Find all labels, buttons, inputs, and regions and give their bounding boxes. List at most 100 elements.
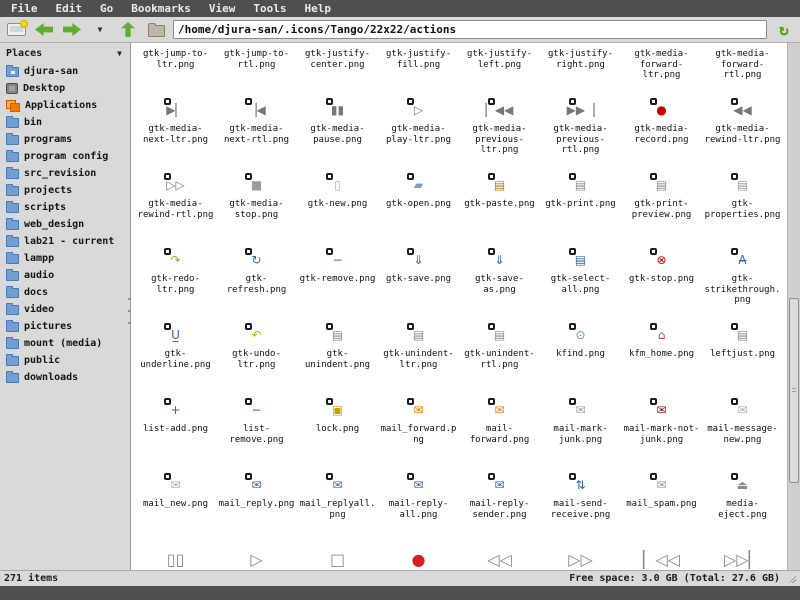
new-window-button[interactable] [5, 19, 27, 41]
sidebar-item-web-design[interactable]: web_design [0, 216, 130, 233]
file-item-gtk-media-forward-rtl-png[interactable]: ◀◀gtk-media-forward-rtl.png [702, 43, 783, 98]
file-item-gtk-media-next-rtl-png[interactable]: ▕◀gtk-media-next-rtl.png [216, 98, 297, 173]
file-item-gtk-strikethrough-png[interactable]: A̶gtk-strikethrough.png [702, 248, 783, 323]
sidebar-item-docs[interactable]: docs [0, 284, 130, 301]
file-item-gtk-redo-ltr-png[interactable]: ↷gtk-redo-ltr.png [135, 248, 216, 323]
file-item-gtk-underline-png[interactable]: U̲gtk-underline.png [135, 323, 216, 398]
file-item-mail-reply-png[interactable]: ✉mail_reply.png [216, 473, 297, 548]
file-item-media-record-icon[interactable]: ● [378, 548, 459, 570]
file-item-gtk-justify-center-png[interactable]: ≡gtk-justify-center.png [297, 43, 378, 98]
file-item-gtk-media-forward-ltr-png[interactable]: ▶▶gtk-media-forward-ltr.png [621, 43, 702, 98]
file-item-gtk-media-previous-ltr-png[interactable]: ▏◀◀gtk-media-previous-ltr.png [459, 98, 540, 173]
sidebar-item-djura-san[interactable]: djura-san [0, 63, 130, 80]
reload-button[interactable]: ↻ [773, 19, 795, 41]
menu-edit[interactable]: Edit [47, 1, 92, 16]
file-item-mail-mark-junk-png[interactable]: ✉mail-mark-junk.png [540, 398, 621, 473]
file-item-mail-new-png[interactable]: ✉mail_new.png [135, 473, 216, 548]
file-item-gtk-jump-to-rtl-png[interactable]: ↩gtk-jump-to-rtl.png [216, 43, 297, 98]
file-item-gtk-media-previous-rtl-png[interactable]: ▶▶▕gtk-media-previous-rtl.png [540, 98, 621, 173]
file-item-mail-reply-sender-png[interactable]: ✉mail-reply-sender.png [459, 473, 540, 548]
file-item-gtk-select-all-png[interactable]: ▤gtk-select-all.png [540, 248, 621, 323]
file-item-gtk-justify-fill-png[interactable]: ≡gtk-justify-fill.png [378, 43, 459, 98]
back-button[interactable] [33, 19, 55, 41]
file-item-media-playback-start-icon[interactable]: ▷ [216, 548, 297, 570]
sidebar-item-pictures[interactable]: pictures [0, 318, 130, 335]
file-item-mail-forward-png[interactable]: ✉mail-forward.png [459, 398, 540, 473]
file-item-list-remove-png[interactable]: −list-remove.png [216, 398, 297, 473]
forward-button[interactable] [61, 19, 83, 41]
file-item-mail-spam-png[interactable]: ✉mail_spam.png [621, 473, 702, 548]
sidebar-item-downloads[interactable]: downloads [0, 369, 130, 386]
sidebar-item-scripts[interactable]: scripts [0, 199, 130, 216]
sidebar-item-audio[interactable]: audio [0, 267, 130, 284]
vertical-scrollbar[interactable] [787, 43, 800, 570]
location-folder-button[interactable] [145, 19, 167, 41]
file-item-gtk-remove-png[interactable]: −gtk-remove.png [297, 248, 378, 323]
scrollbar-thumb[interactable] [789, 298, 799, 483]
sidebar-item-lab21-current[interactable]: lab21 - current [0, 233, 130, 250]
file-item-gtk-media-next-ltr-png[interactable]: ▶▏gtk-media-next-ltr.png [135, 98, 216, 173]
file-item-mail-replyall-png[interactable]: ✉mail_replyall.png [297, 473, 378, 548]
sidebar-item-src-revision[interactable]: src_revision [0, 165, 130, 182]
menu-tools[interactable]: Tools [244, 1, 295, 16]
sidebar-item-program-config[interactable]: program config [0, 148, 130, 165]
file-item-gtk-print-png[interactable]: ▤gtk-print.png [540, 173, 621, 248]
file-item-gtk-refresh-png[interactable]: ↻gtk-refresh.png [216, 248, 297, 323]
sidebar-item-projects[interactable]: projects [0, 182, 130, 199]
places-header[interactable]: Places ▼ [0, 43, 130, 63]
file-item-mail-forward-png[interactable]: ✉mail_forward.png [378, 398, 459, 473]
file-item-gtk-media-stop-png[interactable]: ■gtk-media-stop.png [216, 173, 297, 248]
file-item-mail-send-receive-png[interactable]: ⇅mail-send-receive.png [540, 473, 621, 548]
file-item-gtk-unindent-png[interactable]: ▤gtk-unindent.png [297, 323, 378, 398]
sidebar-item-lampp[interactable]: lampp [0, 250, 130, 267]
file-item-leftjust-png[interactable]: ▤leftjust.png [702, 323, 783, 398]
sidebar-item-desktop[interactable]: Desktop [0, 80, 130, 97]
sidebar-item-programs[interactable]: programs [0, 131, 130, 148]
file-item-list-add-png[interactable]: +list-add.png [135, 398, 216, 473]
menu-help[interactable]: Help [295, 1, 340, 16]
sidebar-item-applications[interactable]: Applications [0, 97, 130, 114]
file-item-media-seek-backward-icon[interactable]: ◁◁ [459, 548, 540, 570]
file-item-gtk-paste-png[interactable]: ▤gtk-paste.png [459, 173, 540, 248]
file-item-media-skip-forward-icon[interactable]: ▷▷▏ [702, 548, 783, 570]
file-item-gtk-justify-right-png[interactable]: ≡gtk-justify-right.png [540, 43, 621, 98]
path-input[interactable] [173, 20, 767, 39]
file-item-gtk-properties-png[interactable]: ▤gtk-properties.png [702, 173, 783, 248]
file-item-gtk-justify-left-png[interactable]: ≡gtk-justify-left.png [459, 43, 540, 98]
sidebar-item-bin[interactable]: bin [0, 114, 130, 131]
menu-bookmarks[interactable]: Bookmarks [122, 1, 200, 16]
file-item-gtk-media-rewind-rtl-png[interactable]: ▷▷gtk-media-rewind-rtl.png [135, 173, 216, 248]
resize-grip[interactable] [788, 575, 796, 583]
file-item-media-playback-stop-icon[interactable]: □ [297, 548, 378, 570]
file-item-kfind-png[interactable]: ⊙kfind.png [540, 323, 621, 398]
file-item-kfm-home-png[interactable]: ⌂kfm_home.png [621, 323, 702, 398]
file-item-gtk-save-as-png[interactable]: ⇓gtk-save-as.png [459, 248, 540, 323]
file-item-media-playback-pause-icon[interactable]: ▯▯ [135, 548, 216, 570]
file-item-gtk-media-record-png[interactable]: ●gtk-media-record.png [621, 98, 702, 173]
up-button[interactable] [117, 19, 139, 41]
sidebar-item-mount-media[interactable]: mount (media) [0, 335, 130, 352]
file-item-media-skip-backward-icon[interactable]: ▏◁◁ [621, 548, 702, 570]
file-item-gtk-media-play-ltr-png[interactable]: ▷gtk-media-play-ltr.png [378, 98, 459, 173]
file-item-media-seek-forward-icon[interactable]: ▷▷ [540, 548, 621, 570]
menu-view[interactable]: View [200, 1, 245, 16]
file-item-mail-mark-not-junk-png[interactable]: ✉mail-mark-not-junk.png [621, 398, 702, 473]
file-item-gtk-new-png[interactable]: ▯gtk-new.png [297, 173, 378, 248]
file-item-gtk-print-preview-png[interactable]: ▤gtk-print-preview.png [621, 173, 702, 248]
file-item-lock-png[interactable]: ▣lock.png [297, 398, 378, 473]
sidebar-item-public[interactable]: public [0, 352, 130, 369]
history-dropdown-button[interactable]: ▼ [89, 19, 111, 41]
menu-file[interactable]: File [2, 1, 47, 16]
sidebar-item-video[interactable]: video [0, 301, 130, 318]
file-item-gtk-open-png[interactable]: ▰gtk-open.png [378, 173, 459, 248]
file-item-gtk-jump-to-ltr-png[interactable]: ↪gtk-jump-to-ltr.png [135, 43, 216, 98]
file-item-media-eject-png[interactable]: ⏏media-eject.png [702, 473, 783, 548]
file-item-gtk-save-png[interactable]: ⇓gtk-save.png [378, 248, 459, 323]
file-item-gtk-media-pause-png[interactable]: ▮▮gtk-media-pause.png [297, 98, 378, 173]
file-item-gtk-unindent-rtl-png[interactable]: ▤gtk-unindent-rtl.png [459, 323, 540, 398]
file-item-mail-reply-all-png[interactable]: ✉mail-reply-all.png [378, 473, 459, 548]
menu-go[interactable]: Go [91, 1, 122, 16]
file-item-mail-message-new-png[interactable]: ✉mail-message-new.png [702, 398, 783, 473]
file-item-gtk-unindent-ltr-png[interactable]: ▤gtk-unindent-ltr.png [378, 323, 459, 398]
file-item-gtk-stop-png[interactable]: ⊗gtk-stop.png [621, 248, 702, 323]
